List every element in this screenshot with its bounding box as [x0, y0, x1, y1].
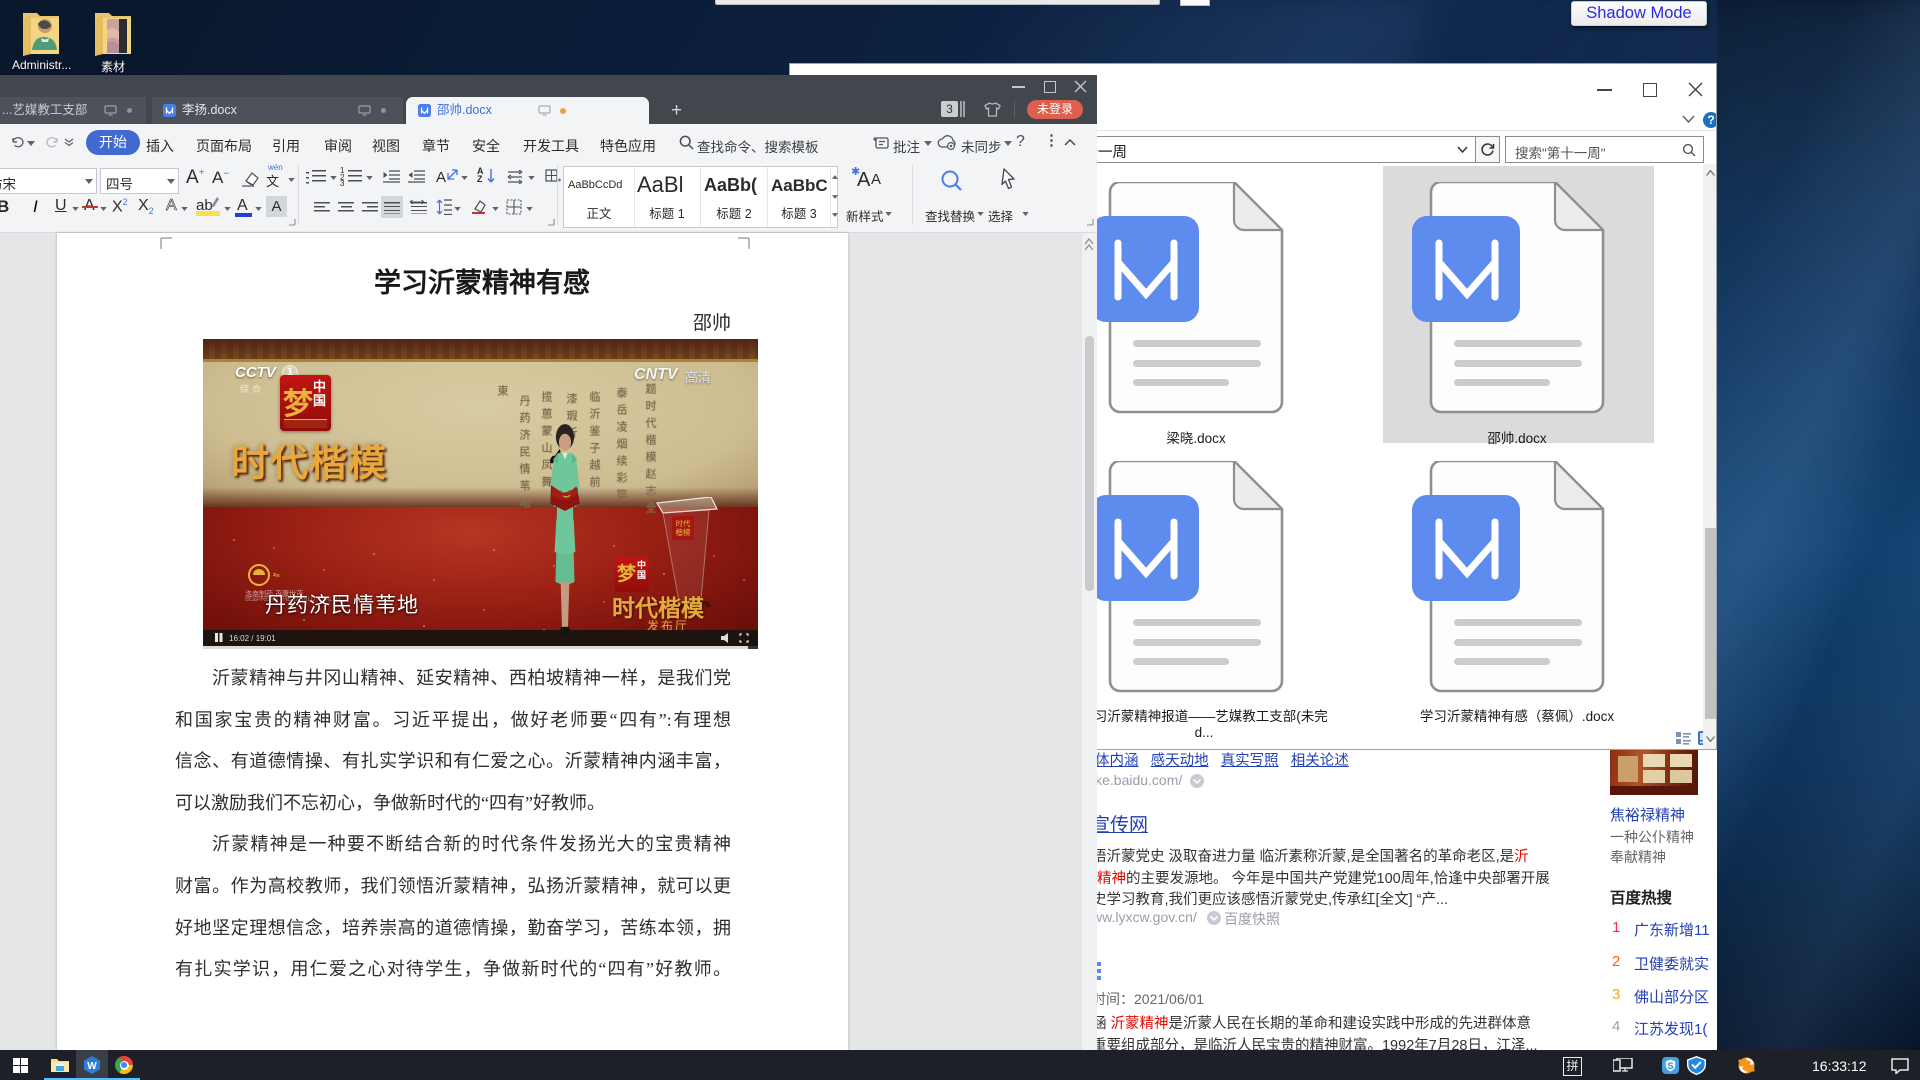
svg-text:S: S — [1667, 1061, 1673, 1071]
svg-text:楷模: 楷模 — [676, 527, 691, 537]
svg-text:W: W — [87, 1061, 97, 1072]
svg-text:²ⁿ: ²ⁿ — [273, 571, 280, 581]
svg-text:时代: 时代 — [676, 518, 691, 528]
